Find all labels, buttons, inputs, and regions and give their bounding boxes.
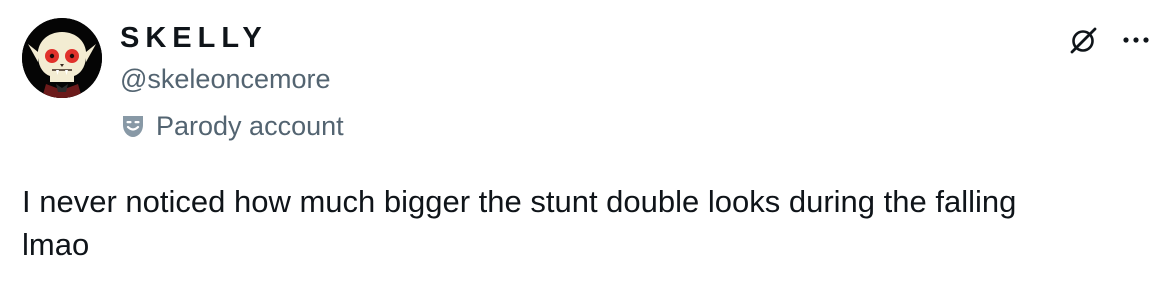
user-handle[interactable]: @skeleoncemore: [120, 62, 331, 96]
tweet: SKELLY @skeleoncemore Parody account I n…: [0, 0, 1176, 286]
more-button[interactable]: [1118, 24, 1154, 56]
grok-icon: [1070, 27, 1097, 54]
parody-mask-icon: [120, 113, 146, 139]
skeleton-avatar-icon: [22, 18, 102, 98]
parody-label: Parody account: [120, 108, 344, 144]
grok-button[interactable]: [1066, 22, 1102, 58]
display-name[interactable]: SKELLY: [120, 20, 268, 56]
parody-account-label: Parody account: [156, 111, 344, 141]
more-icon: [1123, 37, 1149, 43]
avatar[interactable]: [22, 18, 102, 98]
tweet-text: I never noticed how much bigger the stun…: [22, 184, 1017, 262]
